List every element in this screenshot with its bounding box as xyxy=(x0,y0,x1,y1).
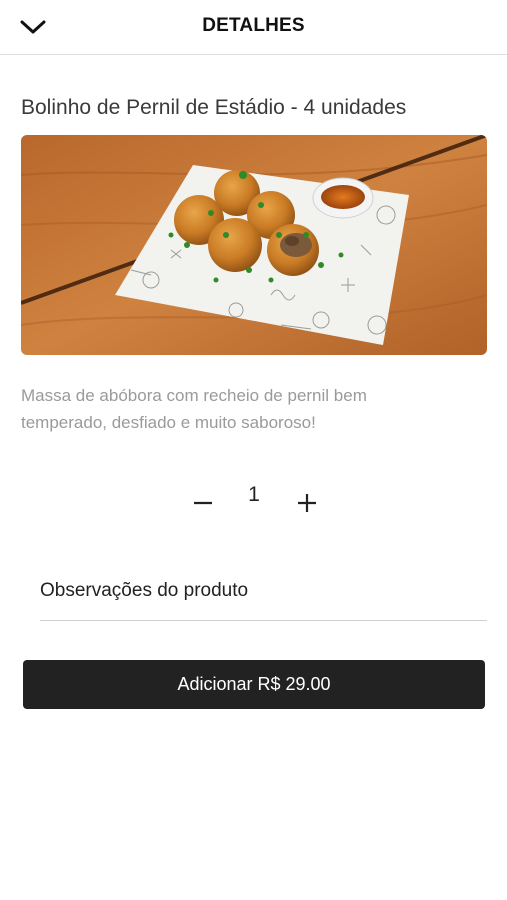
add-to-cart-button[interactable]: Adicionar R$ 29.00 xyxy=(23,660,485,709)
quantity-value: 1 xyxy=(248,483,260,506)
top-bar: DETALHES xyxy=(0,0,507,55)
quantity-stepper: 1 xyxy=(180,480,330,524)
product-title: Bolinho de Pernil de Estádio - 4 unidade… xyxy=(21,96,407,119)
page-title: DETALHES xyxy=(202,15,305,36)
add-to-cart-label: Adicionar R$ 29.00 xyxy=(177,674,331,694)
observations-label: Observações do produto xyxy=(40,580,249,601)
plus-icon xyxy=(298,494,316,512)
product-image xyxy=(21,135,487,355)
increase-quantity-button[interactable] xyxy=(294,488,320,514)
product-description: Massa de abóbora com recheio de pernil b… xyxy=(21,386,367,432)
minus-icon xyxy=(194,501,212,505)
decrease-quantity-button[interactable] xyxy=(190,488,216,514)
product-observations-field[interactable]: Observações do produto xyxy=(40,572,487,621)
